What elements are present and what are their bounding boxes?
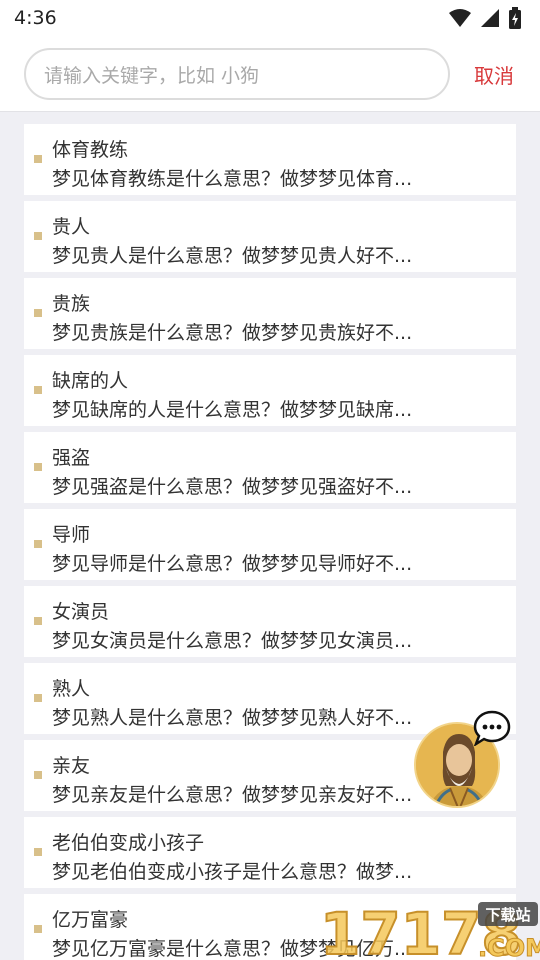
search-placeholder: 请输入关键字，比如 小狗 <box>44 64 260 87</box>
item-description: 梦见导师是什么意思？做梦梦见导师好不... <box>52 553 413 575</box>
cancel-button[interactable]: 取消 <box>474 60 514 89</box>
bullet-marker <box>34 155 42 163</box>
item-title: 贵族 <box>52 293 91 315</box>
list-item[interactable]: 导师 梦见导师是什么意思？做梦梦见导师好不... <box>24 509 516 580</box>
watermark-tag: 下载站 <box>485 906 530 924</box>
item-description: 梦见强盗是什么意思？做梦梦见强盗好不... <box>52 476 413 498</box>
list-item[interactable]: 缺席的人 梦见缺席的人是什么意思？做梦梦见缺席... <box>24 355 516 426</box>
item-title: 女演员 <box>52 601 110 623</box>
status-time: 4:36 <box>14 7 57 29</box>
status-icons <box>448 7 522 29</box>
item-title: 亿万富豪 <box>52 909 129 931</box>
site-watermark: 17178 下载站 .COM <box>318 896 540 960</box>
list-item[interactable]: 贵族 梦见贵族是什么意思？做梦梦见贵族好不... <box>24 278 516 349</box>
bullet-marker <box>34 463 42 471</box>
list-item[interactable]: 女演员 梦见女演员是什么意思？做梦梦见女演员... <box>24 586 516 657</box>
wifi-icon <box>449 9 471 27</box>
bullet-marker <box>34 617 42 625</box>
item-description: 梦见体育教练是什么意思？做梦梦见体育... <box>52 168 413 190</box>
item-title: 缺席的人 <box>52 370 129 392</box>
item-title: 强盗 <box>52 447 91 469</box>
search-bar: 请输入关键字，比如 小狗 取消 <box>0 36 540 112</box>
chat-bubble-icon[interactable] <box>473 710 511 746</box>
item-title: 导师 <box>52 524 91 546</box>
list-item[interactable]: 老伯伯变成小孩子 梦见老伯伯变成小孩子是什么意思？做梦... <box>24 817 516 888</box>
bullet-marker <box>34 848 42 856</box>
bullet-marker <box>34 386 42 394</box>
item-description: 梦见亲友是什么意思？做梦梦见亲友好不... <box>52 784 413 806</box>
bullet-marker <box>34 925 42 933</box>
item-title: 熟人 <box>52 678 91 700</box>
battery-icon <box>509 7 521 29</box>
list-item[interactable]: 贵人 梦见贵人是什么意思？做梦梦见贵人好不... <box>24 201 516 272</box>
bullet-marker <box>34 540 42 548</box>
item-title: 体育教练 <box>52 139 129 161</box>
list-item[interactable]: 强盗 梦见强盗是什么意思？做梦梦见强盗好不... <box>24 432 516 503</box>
bullet-marker <box>34 771 42 779</box>
item-title: 贵人 <box>52 216 91 238</box>
results-list: 体育教练 梦见体育教练是什么意思？做梦梦见体育... 贵人 梦见贵人是什么意思？… <box>24 124 516 960</box>
status-bar: 4:36 <box>0 0 540 36</box>
item-title: 老伯伯变成小孩子 <box>52 832 205 854</box>
bullet-marker <box>34 232 42 240</box>
signal-icon <box>481 9 499 27</box>
item-description: 梦见老伯伯变成小孩子是什么意思？做梦... <box>52 861 413 883</box>
item-description: 梦见熟人是什么意思？做梦梦见熟人好不... <box>52 707 413 729</box>
bullet-marker <box>34 309 42 317</box>
bullet-marker <box>34 694 42 702</box>
item-description: 梦见缺席的人是什么意思？做梦梦见缺席... <box>52 399 413 421</box>
item-description: 梦见女演员是什么意思？做梦梦见女演员... <box>52 630 413 652</box>
item-title: 亲友 <box>52 755 91 777</box>
item-description: 梦见贵族是什么意思？做梦梦见贵族好不... <box>52 322 413 344</box>
list-item[interactable]: 体育教练 梦见体育教练是什么意思？做梦梦见体育... <box>24 124 516 195</box>
watermark-domain: .COM <box>478 934 540 960</box>
item-description: 梦见贵人是什么意思？做梦梦见贵人好不... <box>52 245 413 267</box>
search-input[interactable]: 请输入关键字，比如 小狗 <box>24 48 450 100</box>
